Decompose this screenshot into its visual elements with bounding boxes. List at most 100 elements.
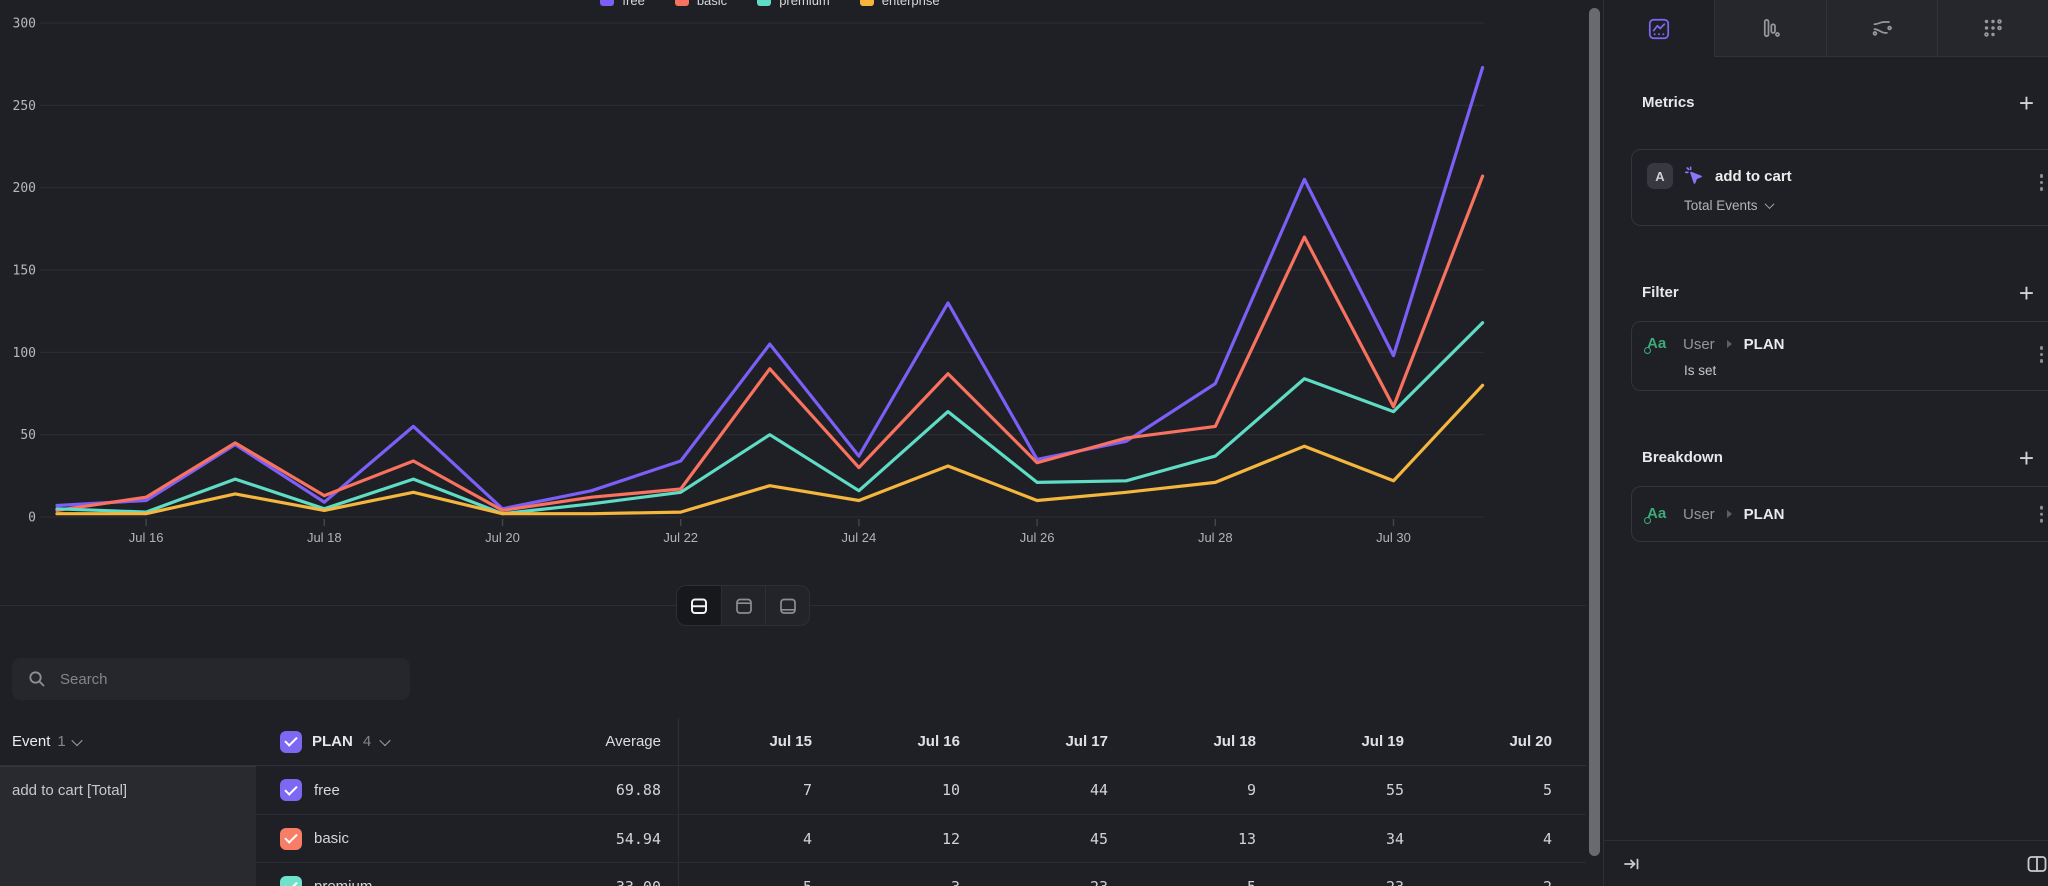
date-column-header[interactable]: Jul 15 [678, 733, 826, 750]
add-metric-button[interactable]: + [2011, 93, 2042, 113]
date-column-header[interactable]: Jul 18 [1122, 733, 1270, 750]
y-axis-label: 150 [13, 263, 36, 278]
y-axis-label: 100 [13, 346, 36, 361]
series-checkbox[interactable] [280, 779, 302, 801]
date-column-header[interactable]: Jul 16 [826, 733, 974, 750]
filter-heading: Filter [1642, 283, 1679, 303]
series-name-cell: premium [256, 876, 530, 886]
value-cell: 13 [1122, 830, 1270, 848]
table-header-row: Event 1 PLAN 4 Average Jul 15Jul 16Jul 1… [0, 718, 1586, 766]
x-axis-label: Jul 28 [1198, 530, 1233, 545]
value-cell: 23 [974, 878, 1122, 886]
search-bar [12, 658, 410, 700]
tab-flows[interactable] [1826, 0, 1937, 57]
value-cell: 5 [1418, 781, 1566, 799]
plan-select-all-checkbox[interactable] [280, 731, 302, 753]
y-axis-label: 300 [13, 16, 36, 31]
metrics-heading: Metrics [1642, 93, 1695, 113]
date-column-headers: Jul 15Jul 16Jul 17Jul 18Jul 19Jul 20 [678, 733, 1566, 750]
x-axis-label: Jul 26 [1020, 530, 1055, 545]
triangle-right-icon [1727, 510, 1732, 518]
filter-options-button[interactable] [2040, 346, 2044, 363]
value-cell: 10 [826, 781, 974, 799]
average-column-header[interactable]: Average [530, 733, 678, 750]
series-label: basic [314, 830, 349, 847]
series-line-enterprise[interactable] [57, 385, 1483, 513]
bar-chart-icon [1757, 15, 1783, 41]
column-divider [678, 718, 679, 886]
value-cell: 55 [1270, 781, 1418, 799]
string-property-icon: Aa [1647, 335, 1673, 353]
metric-card[interactable]: A add to cart Total Events [1631, 149, 2048, 226]
y-axis-label: 200 [13, 181, 36, 196]
triangle-right-icon [1727, 340, 1732, 348]
tab-line-chart[interactable] [1604, 0, 1714, 57]
date-column-header[interactable]: Jul 20 [1418, 733, 1566, 750]
table-body: free69.88710449555basic54.944124513344pr… [256, 766, 1586, 886]
series-label: free [314, 782, 340, 799]
value-cell: 44 [974, 781, 1122, 799]
table-row: basic54.944124513344 [256, 814, 1586, 862]
y-axis-label: 250 [13, 99, 36, 114]
metric-aggregation-dropdown[interactable]: Total Events [1684, 198, 2048, 213]
breakdown-card[interactable]: Aa User PLAN [1631, 486, 2048, 542]
add-filter-button[interactable]: + [2011, 283, 2042, 303]
value-cell: 4 [678, 830, 826, 848]
metric-letter-badge: A [1647, 163, 1673, 189]
series-checkbox[interactable] [280, 828, 302, 850]
table-only-view-button[interactable] [765, 586, 809, 625]
filter-section-header: Filter + [1604, 283, 2048, 303]
x-axis-label: Jul 20 [485, 530, 520, 545]
search-input[interactable] [58, 670, 410, 689]
date-column-header[interactable]: Jul 17 [974, 733, 1122, 750]
vertical-scrollbar[interactable] [1588, 0, 1601, 886]
filter-card[interactable]: Aa User PLAN Is set [1631, 321, 2048, 391]
tab-more-visualizations[interactable] [1937, 0, 2048, 57]
metric-aggregation-label: Total Events [1684, 198, 1758, 213]
query-builder-panel: Metrics + A add to cart Total Events Fil… [1603, 0, 2048, 886]
table-row: free69.88710449555 [256, 766, 1586, 814]
chart-view-icon [734, 596, 754, 616]
event-header-label: Event [12, 733, 50, 750]
line-chart: 050100150200250300Jul 16Jul 18Jul 20Jul … [0, 0, 1586, 556]
tab-bar-chart[interactable] [1714, 0, 1825, 57]
add-breakdown-button[interactable]: + [2011, 448, 2042, 468]
series-label: premium [314, 878, 372, 886]
metric-event-name: add to cart [1715, 168, 1792, 185]
value-cell: 5 [1122, 878, 1270, 886]
breakdown-options-button[interactable] [2040, 506, 2044, 523]
flows-icon [1869, 15, 1895, 41]
value-cell: 23 [1270, 878, 1418, 886]
layout-columns-icon[interactable] [2026, 853, 2048, 875]
metric-options-button[interactable] [2040, 174, 2044, 191]
string-property-icon: Aa [1647, 505, 1673, 523]
split-view-button[interactable] [677, 586, 721, 625]
scrollbar-thumb[interactable] [1589, 8, 1600, 856]
series-name-cell: basic [256, 828, 530, 850]
plan-header-label: PLAN [312, 733, 353, 750]
x-axis-label: Jul 30 [1376, 530, 1411, 545]
value-cell: 3 [826, 878, 974, 886]
breakdown-entity: User [1683, 506, 1715, 523]
series-name-cell: free [256, 779, 530, 801]
average-value-cell: 69.88 [530, 781, 678, 799]
average-value-cell: 33.00 [530, 878, 678, 886]
date-column-header[interactable]: Jul 19 [1270, 733, 1418, 750]
chart-only-view-button[interactable] [721, 586, 765, 625]
chevron-down-icon [1764, 199, 1774, 209]
y-axis-label: 50 [20, 428, 36, 443]
chevron-down-icon [71, 734, 82, 745]
collapse-panel-icon[interactable] [1622, 854, 1642, 874]
series-checkbox[interactable] [280, 876, 302, 886]
value-cell: 2 [1418, 878, 1566, 886]
table-row: premium33.0053235232 [256, 862, 1586, 886]
filter-operator[interactable]: Is set [1684, 363, 2048, 378]
series-line-free[interactable] [57, 68, 1483, 509]
plan-column-header[interactable]: PLAN 4 [256, 731, 530, 753]
plan-count: 4 [363, 733, 371, 750]
panel-footer [1604, 840, 2048, 886]
value-cell: 12 [826, 830, 974, 848]
event-cursor-icon [1683, 165, 1705, 187]
event-column-header[interactable]: Event 1 [0, 733, 256, 750]
value-cell: 4 [1418, 830, 1566, 848]
